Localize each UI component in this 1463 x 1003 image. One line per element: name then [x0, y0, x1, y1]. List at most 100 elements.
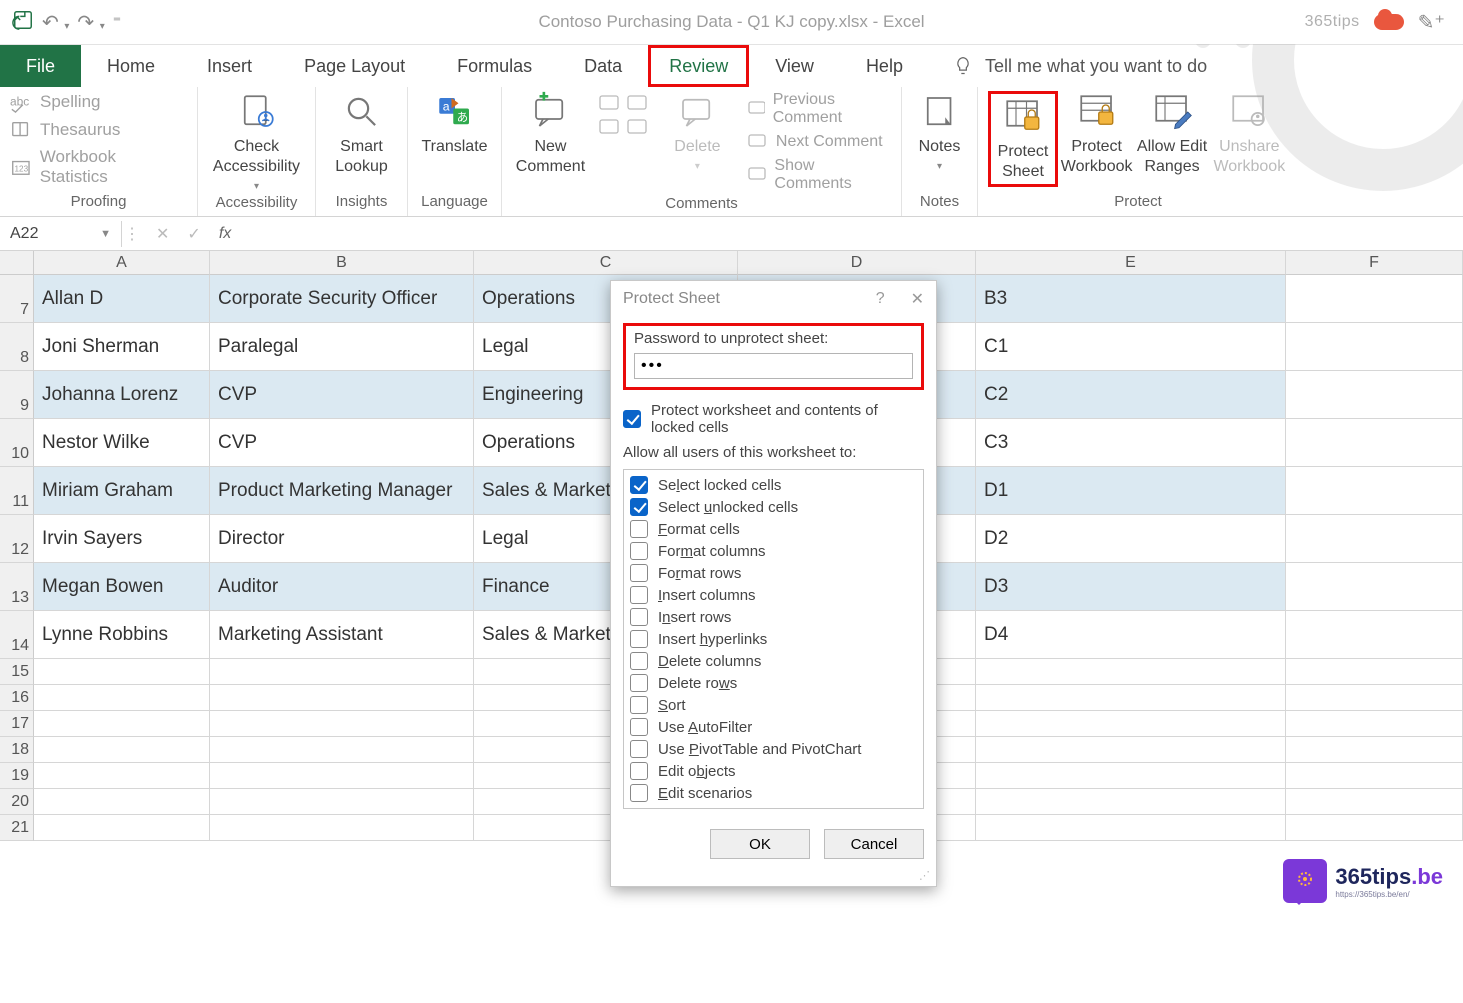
- cell[interactable]: [34, 789, 210, 815]
- tab-formulas[interactable]: Formulas: [431, 45, 558, 87]
- permission-item[interactable]: Insert rows: [630, 606, 917, 628]
- undo-button[interactable]: ↶ ▾: [42, 10, 69, 35]
- cancel-formula-button[interactable]: ✕: [156, 224, 169, 244]
- cell[interactable]: Allan D: [34, 275, 210, 323]
- cell[interactable]: C2: [976, 371, 1286, 419]
- cancel-button[interactable]: Cancel: [824, 829, 924, 859]
- cell[interactable]: D4: [976, 611, 1286, 659]
- cell[interactable]: CVP: [210, 371, 474, 419]
- check-accessibility-button[interactable]: Check Accessibility ▾: [212, 91, 302, 192]
- cell[interactable]: [976, 659, 1286, 685]
- cell[interactable]: [210, 737, 474, 763]
- cell[interactable]: D1: [976, 467, 1286, 515]
- permission-item[interactable]: Use AutoFilter: [630, 716, 917, 738]
- cell[interactable]: [1286, 711, 1463, 737]
- cell[interactable]: Product Marketing Manager: [210, 467, 474, 515]
- col-header-F[interactable]: F: [1286, 251, 1463, 275]
- smart-lookup-button[interactable]: Smart Lookup: [326, 91, 397, 177]
- cell[interactable]: [34, 685, 210, 711]
- permission-item[interactable]: Insert hyperlinks: [630, 628, 917, 650]
- notes-button[interactable]: Notes ▾: [912, 91, 967, 172]
- resize-grip[interactable]: ⋰: [611, 869, 936, 886]
- tab-home[interactable]: Home: [81, 45, 181, 87]
- cell[interactable]: [976, 711, 1286, 737]
- row-header[interactable]: 19: [0, 763, 34, 789]
- allow-edit-ranges-button[interactable]: Allow Edit Ranges: [1135, 91, 1208, 177]
- row-header[interactable]: 13: [0, 563, 34, 611]
- prev-comment-button[interactable]: Previous Comment: [744, 91, 891, 127]
- permission-checkbox[interactable]: [630, 564, 648, 582]
- pen-icon[interactable]: ✎⁺: [1418, 10, 1445, 35]
- permission-checkbox[interactable]: [630, 784, 648, 802]
- cell[interactable]: [1286, 515, 1463, 563]
- fx-icon[interactable]: fx: [219, 225, 231, 243]
- protect-contents-checkbox[interactable]: [623, 410, 641, 428]
- permission-checkbox[interactable]: [630, 740, 648, 758]
- thesaurus-button[interactable]: Thesaurus: [10, 119, 187, 141]
- permission-item[interactable]: Select locked cells: [630, 474, 917, 496]
- cell[interactable]: [976, 763, 1286, 789]
- cell[interactable]: Miriam Graham: [34, 467, 210, 515]
- tab-review[interactable]: Review: [648, 45, 749, 87]
- col-header-E[interactable]: E: [976, 251, 1286, 275]
- permission-checkbox[interactable]: [630, 630, 648, 648]
- translate-button[interactable]: aあ Translate: [418, 91, 491, 157]
- cell[interactable]: [1286, 323, 1463, 371]
- cell[interactable]: [1286, 563, 1463, 611]
- cell[interactable]: C3: [976, 419, 1286, 467]
- formula-input[interactable]: [245, 225, 1463, 243]
- permission-item[interactable]: Format rows: [630, 562, 917, 584]
- permission-checkbox[interactable]: [630, 608, 648, 626]
- tab-help[interactable]: Help: [840, 45, 929, 87]
- permission-checkbox[interactable]: [630, 542, 648, 560]
- cell[interactable]: [1286, 815, 1463, 841]
- cell[interactable]: [34, 815, 210, 841]
- cell[interactable]: [976, 815, 1286, 841]
- permission-checkbox[interactable]: [630, 520, 648, 538]
- row-header[interactable]: 10: [0, 419, 34, 467]
- select-all-corner[interactable]: [0, 251, 34, 275]
- row-header[interactable]: 14: [0, 611, 34, 659]
- new-comment-button[interactable]: New Comment: [512, 91, 589, 177]
- chevron-down-icon[interactable]: ▼: [100, 228, 111, 240]
- row-header[interactable]: 12: [0, 515, 34, 563]
- cell[interactable]: Joni Sherman: [34, 323, 210, 371]
- help-button[interactable]: ?: [876, 290, 885, 308]
- cell[interactable]: [1286, 371, 1463, 419]
- ok-button[interactable]: OK: [710, 829, 810, 859]
- password-input[interactable]: [634, 353, 913, 379]
- cell[interactable]: Lynne Robbins: [34, 611, 210, 659]
- cell[interactable]: [210, 685, 474, 711]
- permission-checkbox[interactable]: [630, 674, 648, 692]
- permission-item[interactable]: Insert columns: [630, 584, 917, 606]
- next-comment-button[interactable]: Next Comment: [744, 133, 891, 151]
- permission-item[interactable]: Delete columns: [630, 650, 917, 672]
- cell[interactable]: [1286, 685, 1463, 711]
- cell[interactable]: CVP: [210, 419, 474, 467]
- permission-item[interactable]: Format cells: [630, 518, 917, 540]
- cell[interactable]: [210, 815, 474, 841]
- cell[interactable]: Irvin Sayers: [34, 515, 210, 563]
- permissions-list[interactable]: Select locked cellsSelect unlocked cells…: [623, 469, 924, 809]
- cell[interactable]: C1: [976, 323, 1286, 371]
- row-header[interactable]: 8: [0, 323, 34, 371]
- cell[interactable]: [210, 789, 474, 815]
- cell[interactable]: Paralegal: [210, 323, 474, 371]
- cell[interactable]: Megan Bowen: [34, 563, 210, 611]
- cell[interactable]: [1286, 789, 1463, 815]
- cell[interactable]: [976, 685, 1286, 711]
- permission-checkbox[interactable]: [630, 696, 648, 714]
- permission-checkbox[interactable]: [630, 718, 648, 736]
- cell[interactable]: [1286, 419, 1463, 467]
- col-header-B[interactable]: B: [210, 251, 474, 275]
- cell[interactable]: [34, 711, 210, 737]
- cell[interactable]: Corporate Security Officer: [210, 275, 474, 323]
- delete-comment-button[interactable]: Delete ▾: [659, 91, 736, 172]
- row-header[interactable]: 21: [0, 815, 34, 841]
- tab-data[interactable]: Data: [558, 45, 648, 87]
- spelling-button[interactable]: abc Spelling: [10, 91, 187, 113]
- cell[interactable]: D3: [976, 563, 1286, 611]
- permission-checkbox[interactable]: [630, 652, 648, 670]
- permission-checkbox[interactable]: [630, 586, 648, 604]
- expand-icon[interactable]: ⋮: [122, 224, 142, 244]
